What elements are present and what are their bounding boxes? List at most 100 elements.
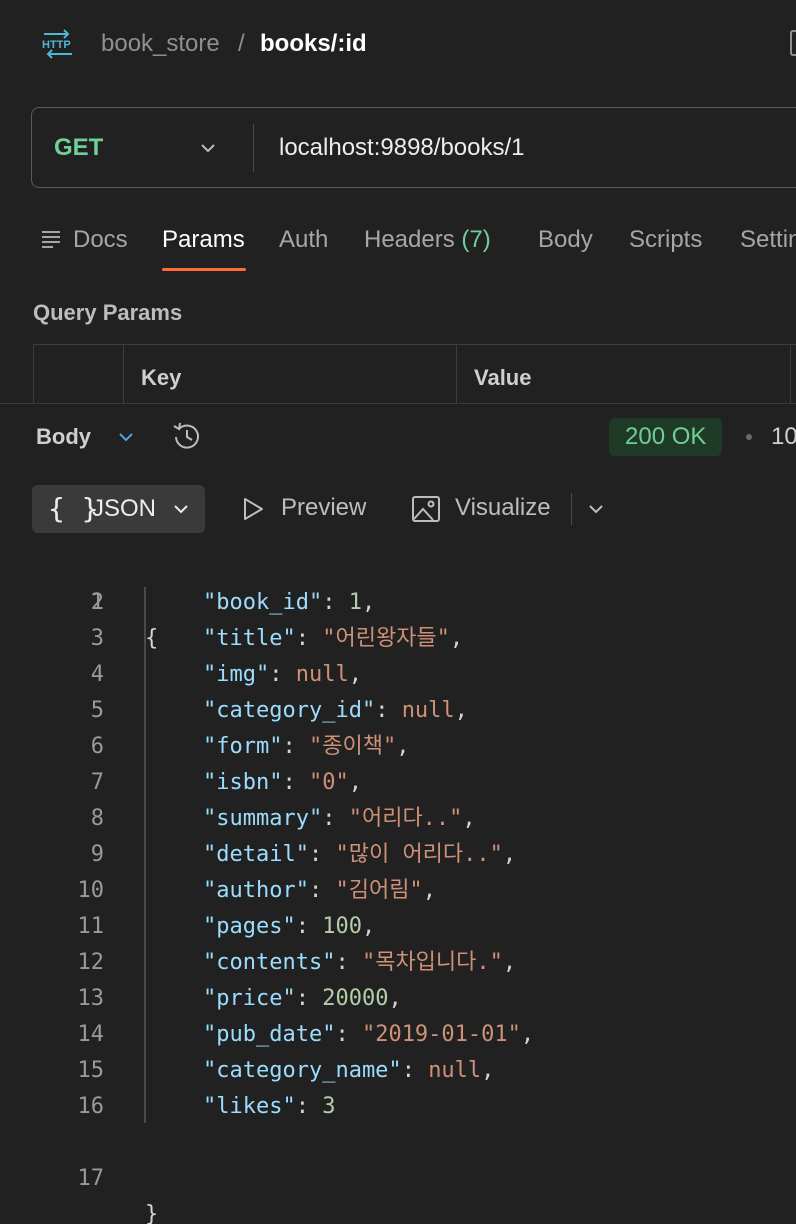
code-line: 11 "pages": 100,: [0, 909, 796, 945]
json-entry: "author": "김어림",: [203, 878, 436, 903]
json-key: "pages": [203, 914, 296, 939]
line-number: 17: [77, 1166, 105, 1191]
breadcrumb-request-name[interactable]: books/:id: [260, 28, 367, 60]
url-input[interactable]: localhost:9898/books/1: [279, 108, 525, 187]
http-icon: HTTP: [42, 29, 72, 59]
json-value: null: [295, 662, 349, 687]
json-key: "likes": [203, 1094, 296, 1119]
json-key: "price": [203, 986, 296, 1011]
json-key: "isbn": [203, 770, 283, 795]
line-number: 6: [90, 734, 104, 759]
chevron-down-icon[interactable]: [198, 138, 218, 158]
tab-params[interactable]: Params: [162, 224, 245, 256]
tab-auth[interactable]: Auth: [279, 224, 328, 256]
json-key: "summary": [203, 806, 323, 831]
column-divider: [456, 345, 457, 405]
code-line: 15 "category_name": null,: [0, 1053, 796, 1089]
json-value: 3: [322, 1094, 336, 1119]
play-icon[interactable]: [240, 496, 266, 522]
line-number: 14: [77, 1022, 105, 1047]
json-entry: "pages": 100,: [203, 914, 376, 939]
preview-button[interactable]: Preview: [281, 493, 366, 523]
json-entry: "summary": "어리다..",: [203, 806, 476, 831]
code-line: 5 "category_id": null,: [0, 693, 796, 729]
json-entry: "img": null,: [203, 662, 362, 687]
response-time: 10: [771, 423, 796, 450]
json-value: "어리다..": [348, 806, 463, 831]
code-line: 3 "title": "어린왕자들",: [0, 621, 796, 657]
line-number: 5: [90, 698, 104, 723]
json-separator: ,: [388, 986, 402, 1011]
json-key: "author": [203, 878, 309, 903]
json-view-select[interactable]: { } JSON: [32, 485, 205, 533]
code-line: 13 "price": 20000,: [0, 981, 796, 1017]
tab-scripts[interactable]: Scripts: [629, 224, 702, 256]
tab-headers-label: Headers: [364, 226, 455, 253]
code-line: 17 }: [0, 1125, 796, 1224]
visualize-button[interactable]: Visualize: [455, 493, 551, 523]
json-key: "img": [203, 662, 270, 687]
request-tabs: Docs Params Auth Headers (7) Body Script…: [0, 210, 796, 274]
line-number: 13: [77, 986, 105, 1011]
json-entry: "pub_date": "2019-01-01",: [203, 1022, 535, 1047]
tab-body[interactable]: Body: [538, 224, 593, 256]
json-separator: ,: [502, 950, 517, 975]
json-value: "목차입니다.": [361, 950, 503, 975]
json-value: "많이 어리다..": [335, 842, 503, 867]
save-button-edge[interactable]: [790, 30, 796, 56]
image-icon[interactable]: [411, 494, 441, 524]
json-separator: ,: [454, 698, 468, 723]
json-separator: ,: [462, 806, 476, 831]
line-number: 15: [77, 1058, 105, 1083]
braces-icon: { }: [48, 492, 99, 525]
breadcrumb-separator: /: [238, 30, 245, 57]
json-separator: ,: [481, 1058, 495, 1083]
response-pane: Body 200 OK 10 { } JSON Preview Visualiz…: [0, 403, 796, 1224]
json-entry: "form": "종이책",: [203, 734, 410, 759]
line-number: 16: [77, 1094, 105, 1119]
code-line: 10 "author": "김어림",: [0, 873, 796, 909]
json-value: "2019-01-01": [361, 1022, 521, 1047]
column-divider: [123, 345, 124, 405]
json-value: "종이책": [308, 734, 397, 759]
breadcrumb-collection[interactable]: book_store: [101, 28, 220, 60]
response-json-editor[interactable]: 1 { 2 "book_id": 1, 3 "title": "어린왕자들", 4 "im…: [0, 549, 796, 1224]
json-separator: ,: [361, 914, 376, 939]
code-line: 6 "form": "종이책",: [0, 729, 796, 765]
json-key: "contents": [203, 950, 336, 975]
json-value: null: [428, 1058, 482, 1083]
code-line: 16 "likes": 3: [0, 1089, 796, 1125]
query-params-title: Query Params: [33, 300, 183, 325]
tab-settings[interactable]: Settin: [740, 224, 796, 256]
query-params-table: Key Value: [33, 344, 796, 405]
tab-docs[interactable]: Docs: [73, 224, 128, 256]
json-key: "category_id": [203, 698, 376, 723]
json-value: 20000: [322, 986, 389, 1011]
json-separator: ,: [449, 626, 464, 651]
history-icon[interactable]: [170, 420, 204, 454]
method-select[interactable]: GET: [54, 108, 103, 187]
json-entry: "price": 20000,: [203, 986, 402, 1011]
json-entry: "category_name": null,: [203, 1058, 495, 1083]
code-line: 8 "summary": "어리다..",: [0, 801, 796, 837]
line-number: 12: [77, 950, 105, 975]
chevron-down-icon[interactable]: [115, 426, 137, 448]
json-key: "pub_date": [203, 1022, 336, 1047]
json-value: "어린왕자들": [322, 626, 450, 651]
line-number: 3: [90, 626, 104, 651]
column-header-value: Value: [474, 365, 532, 390]
json-key: "book_id": [203, 590, 323, 615]
json-separator: ,: [422, 878, 436, 903]
code-line: 1 {: [0, 549, 796, 651]
chevron-down-icon[interactable]: [585, 498, 607, 520]
response-body-tab[interactable]: Body: [36, 422, 91, 452]
code-line: 4 "img": null,: [0, 657, 796, 693]
divider: [571, 493, 572, 525]
json-value: 100: [322, 914, 362, 939]
line-number: 2: [90, 590, 104, 615]
json-entry: "category_id": null,: [203, 698, 468, 723]
tab-headers[interactable]: Headers (7): [364, 224, 491, 256]
line-number: 7: [90, 770, 104, 795]
json-entry: "isbn": "0",: [203, 770, 362, 795]
active-tab-indicator: [162, 268, 246, 271]
